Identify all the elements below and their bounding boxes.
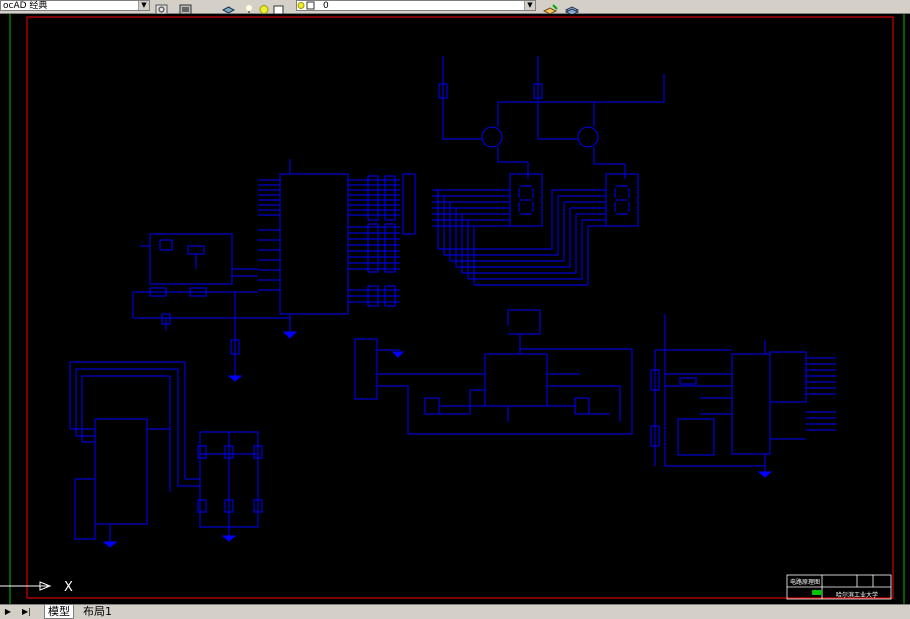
bulb-icon[interactable] [244,0,254,14]
sun-icon[interactable] [258,0,270,14]
lcd-chip [94,418,148,525]
tab-nav-last-icon[interactable]: ▶| [22,606,31,617]
ucs-icon [0,581,52,591]
mcu-right-pins [348,179,400,303]
title-block-school: 哈尔滨工业大学 [836,591,878,599]
layout-tab-bar: ▶ ▶| 模型 布局1 [0,604,910,619]
tab-model[interactable]: 模型 [44,605,74,619]
tab-nav-next-icon[interactable]: ▶ [4,606,12,617]
layer-states-icon[interactable] [564,0,581,16]
text-style-combo[interactable]: ocAD 经典 ▼ [0,0,150,11]
layers-icon[interactable] [221,0,236,14]
title-block-name: 电路原理图 [790,578,820,586]
tab-layout1-label: 布局1 [83,605,112,618]
chevron-down-icon[interactable]: ▼ [524,1,535,10]
right-output-bus [769,351,836,440]
right-ic [731,353,771,455]
schematic-drawing: X 电路原理图 哈尔滨工业大学 [0,14,905,604]
db9-connector [354,338,378,400]
drawing-canvas[interactable]: X 电路原理图 哈尔滨工业大学 [0,14,910,604]
max232-chip [484,353,548,407]
ucs-x-label: X [64,580,73,595]
tab-layout1[interactable]: 布局1 [80,605,115,618]
tab-model-label: 模型 [48,605,70,618]
layer-combo[interactable]: 0 ▼ [296,0,536,11]
toolbar: ocAD 经典 ▼ 0 ▼ [0,0,910,16]
header-connector [402,173,416,235]
chevron-down-icon[interactable]: ▼ [138,1,149,10]
mcu-left-pins [258,179,280,291]
text-style-value: ocAD 经典 [3,1,48,11]
circuit-wires [69,56,836,548]
layer-value: 0 [323,1,329,11]
stack-icon[interactable] [179,0,192,15]
mcu-chip [279,173,349,315]
sheet-border [26,16,894,599]
gear-icon[interactable] [155,0,168,15]
layer-previous-icon[interactable] [542,0,559,15]
key-matrix [197,431,263,542]
layer-icon[interactable] [273,0,285,15]
